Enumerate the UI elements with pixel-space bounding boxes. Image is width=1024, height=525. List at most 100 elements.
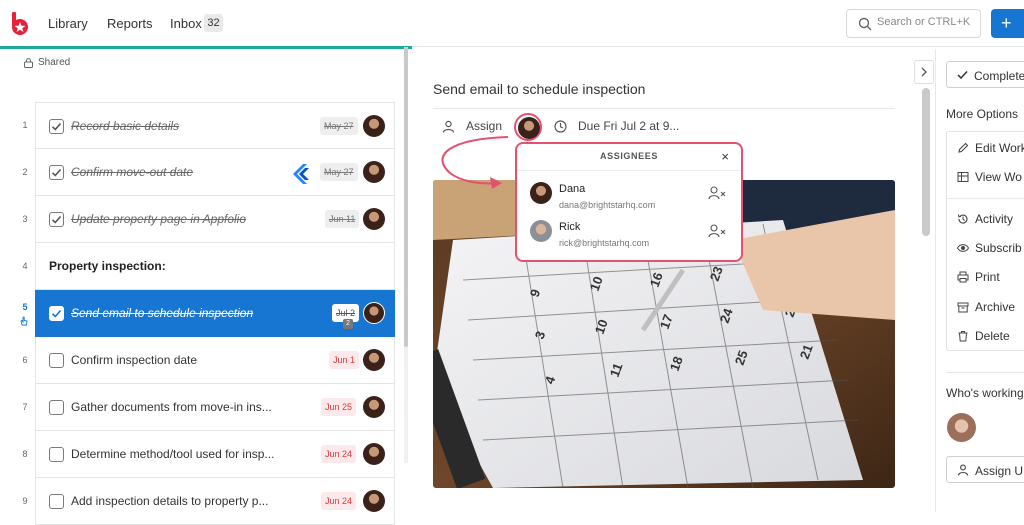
task-title[interactable]: Send email to schedule inspection [71,306,253,320]
person-icon [957,464,969,476]
checkmark-icon [51,122,62,131]
printer-icon [957,271,969,283]
assign-me-button[interactable]: Assign U [946,456,1024,483]
complete-label: Complete [974,69,1024,83]
menu-activity[interactable]: Activity [975,212,1013,226]
nav-reports[interactable]: Reports [107,16,153,31]
nav-library[interactable]: Library [48,16,88,31]
task-item[interactable]: Record basic details May 27 [35,102,395,149]
complete-button[interactable]: Complete [946,61,1024,88]
task-checkbox[interactable] [49,494,64,509]
due-date-label[interactable]: Due Fri Jul 2 at 9... [578,119,679,133]
task-row: 5 Send email to schedule inspection Jul … [0,290,404,337]
task-checkbox[interactable] [49,353,64,368]
task-checkbox[interactable] [49,165,64,180]
new-item-button[interactable]: + [991,9,1024,38]
more-options-heading: More Options [946,107,1019,121]
task-title[interactable]: Update property page in Appfolio [71,212,246,226]
task-title[interactable]: Determine method/tool used for insp... [71,447,274,461]
task-checkbox[interactable] [49,400,64,415]
task-item[interactable]: Add inspection details to property p... … [35,478,395,525]
task-title[interactable]: Confirm inspection date [71,353,197,367]
assignee-count-badge: 2 [343,319,353,329]
detail-scrollbar[interactable] [922,88,930,236]
task-row: 6 Confirm inspection date Jun 1 [0,337,404,384]
search-box[interactable] [846,9,981,38]
menu-subscribe[interactable]: Subscrib [975,241,1022,255]
menu-archive[interactable]: Archive [975,300,1015,314]
task-detail-title[interactable]: Send email to schedule inspection [433,81,645,97]
due-date-badge[interactable]: Jun 24 [321,445,357,463]
app-logo-icon[interactable] [10,12,30,36]
task-row: 3 Update property page in Appfolio Jun 1… [0,196,404,243]
trash-icon [958,331,968,342]
task-row: 4 Property inspection: [0,243,404,290]
menu-print[interactable]: Print [975,270,1000,284]
task-item-selected[interactable]: Send email to schedule inspection Jul 2 [35,290,395,337]
search-icon [858,17,872,31]
assignee-avatar[interactable] [363,349,385,371]
chevron-right-icon [921,67,927,77]
assignee-avatar[interactable] [363,115,385,137]
task-item[interactable]: Confirm inspection date Jun 1 [35,337,395,384]
task-number: 3 [22,214,28,224]
menu-edit-work[interactable]: Edit Work [975,141,1024,155]
remove-assignee-icon[interactable] [708,224,726,238]
task-checkbox[interactable] [49,119,64,134]
remove-assignee-icon[interactable] [708,186,726,200]
drag-hand-icon[interactable] [19,316,29,326]
menu-delete[interactable]: Delete [975,329,1010,343]
task-number: 4 [22,261,28,271]
task-list-scrollbar-thumb[interactable] [404,47,408,347]
nav-inbox[interactable]: Inbox [170,16,202,31]
checkmark-icon [51,168,62,177]
task-checkbox[interactable] [49,306,64,321]
assignee-avatar[interactable] [363,208,385,230]
task-number: 1 [22,120,28,130]
top-navigation-bar: Library Reports Inbox 32 + [0,0,1024,49]
close-popover-button[interactable]: × [721,149,729,164]
task-row: 2 Confirm move-out date May 27 [0,149,404,196]
assignee-avatar[interactable] [363,161,385,183]
jira-integration-icon[interactable] [290,161,316,185]
due-date-badge[interactable]: May 27 [320,163,358,181]
task-checkbox[interactable] [49,447,64,462]
due-date-badge[interactable]: Jun 1 [329,351,360,369]
section-header[interactable]: Property inspection: [35,243,395,290]
lock-icon [24,57,33,68]
popover-divider [517,170,741,171]
checkmark-icon [957,70,968,80]
table-icon [957,172,969,182]
menu-divider [947,198,1024,199]
task-title[interactable]: Confirm move-out date [71,165,193,179]
task-title[interactable]: Gather documents from move-in ins... [71,400,272,414]
section-title[interactable]: Property inspection: [49,259,166,273]
task-item[interactable]: Determine method/tool used for insp... J… [35,431,395,478]
assignee-avatar[interactable] [363,443,385,465]
task-row: 7 Gather documents from move-in ins... J… [0,384,404,431]
task-title[interactable]: Add inspection details to property p... [71,494,268,508]
search-input[interactable] [877,16,977,28]
assignee-avatar [530,182,552,204]
task-item[interactable]: Confirm move-out date May 27 [35,149,395,196]
assign-me-label: Assign U [975,464,1024,478]
assignee-avatar[interactable] [363,396,385,418]
due-date-badge[interactable]: Jun 11 [325,210,360,228]
collapse-panel-button[interactable] [914,60,934,84]
archive-icon [957,302,969,313]
assignee-avatar[interactable] [363,490,385,512]
whos-working-heading: Who's working [946,386,1024,400]
working-user-avatar[interactable] [947,413,976,442]
menu-view-work[interactable]: View Wo [975,170,1022,184]
task-title[interactable]: Record basic details [71,119,179,133]
shared-indicator: Shared [24,57,70,68]
task-item[interactable]: Update property page in Appfolio Jun 11 [35,196,395,243]
due-date-badge[interactable]: Jun 25 [321,398,357,416]
task-item[interactable]: Gather documents from move-in ins... Jun… [35,384,395,431]
due-date-badge[interactable]: May 27 [320,117,358,135]
assignee-avatar[interactable] [363,302,385,324]
due-date-badge[interactable]: Jun 24 [321,492,357,510]
assignee-name: Rick [559,221,581,233]
task-number: 5 [22,302,28,312]
task-checkbox[interactable] [49,212,64,227]
